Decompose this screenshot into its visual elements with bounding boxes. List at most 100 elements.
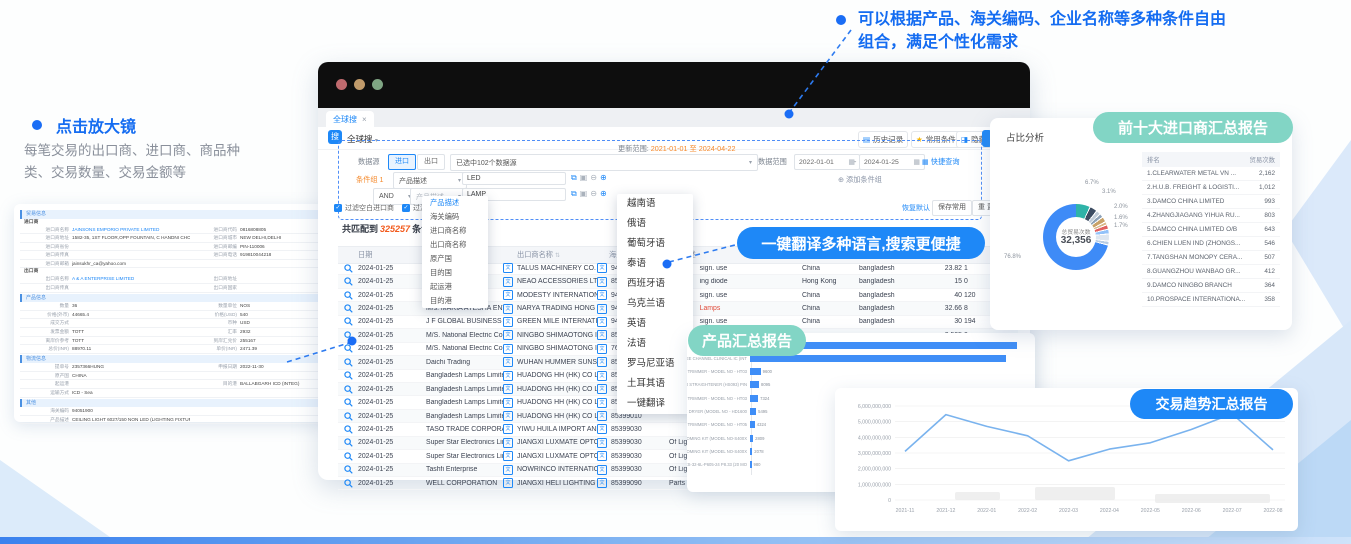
translate-icon[interactable]: 文 bbox=[597, 317, 607, 327]
translate-icon[interactable]: 文 bbox=[597, 304, 607, 314]
keyword-input-1[interactable] bbox=[462, 172, 566, 185]
date-to-input[interactable]: 2024-01-25▦ bbox=[859, 154, 925, 170]
translate-icon[interactable]: 文 bbox=[503, 304, 513, 314]
close-window-icon[interactable] bbox=[336, 79, 347, 90]
import-toggle[interactable]: 进口 bbox=[388, 154, 416, 170]
translate-icon[interactable]: 文 bbox=[597, 330, 607, 340]
image-search-icon[interactable]: ▣ bbox=[580, 189, 588, 199]
translate-icon[interactable]: 文 bbox=[503, 451, 513, 461]
save-favorite-button[interactable]: 保存常用 bbox=[932, 200, 972, 216]
translate-icon[interactable]: 文 bbox=[597, 357, 607, 367]
translate-icon[interactable]: 文 bbox=[597, 465, 607, 475]
maximize-window-icon[interactable] bbox=[372, 79, 383, 90]
field-select-1[interactable]: 产品描述▾ bbox=[393, 172, 467, 189]
translate-icon[interactable]: 文 bbox=[597, 290, 607, 300]
language-menu-item[interactable]: 葡萄牙语 bbox=[617, 234, 693, 254]
translate-icon[interactable]: 文 bbox=[597, 277, 607, 287]
translate-icon[interactable]: 文 bbox=[503, 478, 513, 488]
translate-icon[interactable]: 文 bbox=[503, 290, 513, 300]
translate-icon[interactable]: 文 bbox=[503, 357, 513, 367]
translate-icon[interactable]: 文 bbox=[597, 424, 607, 434]
translate-icon[interactable]: 文 bbox=[503, 384, 513, 394]
magnifier-icon[interactable] bbox=[338, 438, 358, 447]
remove-condition-icon[interactable]: ⊖ bbox=[590, 173, 597, 183]
magnifier-icon[interactable] bbox=[338, 331, 358, 340]
filter-blank-importer-checkbox[interactable]: ✓过滤空白进口商 bbox=[334, 203, 394, 213]
translate-icon[interactable]: 文 bbox=[503, 424, 513, 434]
magnifier-icon[interactable] bbox=[338, 479, 358, 488]
add-group-link[interactable]: ⊕ 添加条件组 bbox=[838, 175, 882, 185]
translate-icon[interactable]: 文 bbox=[597, 371, 607, 381]
field-menu-item[interactable]: 出口商名称 bbox=[422, 238, 488, 252]
field-menu-item[interactable]: 海关编码 bbox=[422, 210, 488, 224]
magnifier-icon[interactable] bbox=[338, 465, 358, 474]
magnifier-icon[interactable] bbox=[338, 452, 358, 461]
export-toggle[interactable]: 出口 bbox=[417, 154, 445, 170]
restore-default-link[interactable]: 恢复默认 bbox=[902, 203, 930, 213]
translate-icon[interactable]: 文 bbox=[597, 263, 607, 273]
magnifier-icon[interactable] bbox=[338, 412, 358, 421]
language-menu-item[interactable]: 俄语 bbox=[617, 214, 693, 234]
image-search-icon[interactable]: ▣ bbox=[580, 173, 588, 183]
translate-icon[interactable]: 文 bbox=[503, 317, 513, 327]
translate-icon[interactable]: ⧉ bbox=[571, 189, 577, 199]
translate-icon[interactable]: 文 bbox=[597, 384, 607, 394]
magnifier-icon[interactable] bbox=[338, 277, 358, 286]
field-menu-item[interactable]: 目的国 bbox=[422, 266, 488, 280]
magnifier-icon[interactable] bbox=[338, 264, 358, 273]
datasource-select[interactable]: 已选中102个数据源▾ bbox=[450, 154, 758, 171]
remove-condition-icon[interactable]: ⊖ bbox=[590, 189, 597, 199]
translate-icon[interactable]: 文 bbox=[503, 438, 513, 448]
language-menu-item[interactable]: 西班牙语 bbox=[617, 274, 693, 294]
translate-icon[interactable]: 文 bbox=[503, 330, 513, 340]
add-condition-icon[interactable]: ⊕ bbox=[600, 173, 607, 183]
column-header[interactable]: 日期 bbox=[358, 250, 426, 260]
translate-icon[interactable]: 文 bbox=[597, 411, 607, 421]
column-header[interactable]: 出口商名称⇅ bbox=[517, 250, 609, 260]
quick-search-link[interactable]: ▦ 快捷查询 bbox=[922, 157, 960, 167]
field-menu-item[interactable]: 产品描述 bbox=[422, 196, 488, 210]
magnifier-icon[interactable] bbox=[338, 344, 358, 353]
tab-global-search[interactable]: 全球搜 × bbox=[326, 111, 374, 127]
magnifier-icon[interactable] bbox=[338, 358, 358, 367]
detail-value[interactable]: A & A ENTERPRISE LIMITED bbox=[72, 275, 190, 283]
magnifier-icon[interactable] bbox=[338, 291, 358, 300]
translate-icon[interactable]: 文 bbox=[597, 478, 607, 488]
magnifier-icon[interactable] bbox=[338, 385, 358, 394]
language-menu-item[interactable]: 泰语 bbox=[617, 254, 693, 274]
magnifier-icon[interactable] bbox=[338, 425, 358, 434]
translate-icon[interactable]: 文 bbox=[503, 411, 513, 421]
language-menu-item[interactable]: 法语 bbox=[617, 334, 693, 354]
language-menu-item[interactable]: 乌克兰语 bbox=[617, 294, 693, 314]
translate-icon[interactable]: 文 bbox=[503, 277, 513, 287]
magnifier-icon[interactable] bbox=[338, 398, 358, 407]
sort-icon[interactable]: ⇅ bbox=[555, 253, 560, 259]
translate-icon[interactable]: 文 bbox=[503, 263, 513, 273]
minimize-window-icon[interactable] bbox=[354, 79, 365, 90]
detail-value[interactable]: JAINSONS EMPORIO PRIVATE LIMITED bbox=[72, 226, 190, 234]
language-menu-item[interactable]: 罗马尼亚语 bbox=[617, 354, 693, 374]
translate-icon[interactable]: 文 bbox=[597, 451, 607, 461]
translate-icon[interactable]: 文 bbox=[503, 465, 513, 475]
translate-icon[interactable]: 文 bbox=[503, 398, 513, 408]
language-menu-item[interactable]: 土耳其语 bbox=[617, 374, 693, 394]
translate-icon[interactable]: ⧉ bbox=[571, 173, 577, 183]
language-menu-item[interactable]: 英语 bbox=[617, 314, 693, 334]
translate-icon[interactable]: 文 bbox=[503, 344, 513, 354]
field-menu-item[interactable]: 进口商名称 bbox=[422, 224, 488, 238]
field-menu-item[interactable]: 起运港 bbox=[422, 280, 488, 294]
translate-icon[interactable]: 文 bbox=[503, 371, 513, 381]
language-menu-item[interactable]: 越南语 bbox=[617, 194, 693, 214]
date-from-input[interactable]: 2022-01-01▦ bbox=[794, 154, 860, 170]
close-tab-icon[interactable]: × bbox=[362, 115, 367, 124]
magnifier-icon[interactable] bbox=[338, 371, 358, 380]
language-menu-item[interactable]: 一键翻译 bbox=[617, 394, 693, 414]
field-menu-item[interactable]: 原产国 bbox=[422, 252, 488, 266]
translate-icon[interactable]: 文 bbox=[597, 344, 607, 354]
field-menu-item[interactable]: 目的港 bbox=[422, 294, 488, 308]
translate-icon[interactable]: 文 bbox=[597, 438, 607, 448]
magnifier-icon[interactable] bbox=[338, 317, 358, 326]
translate-icon[interactable]: 文 bbox=[597, 398, 607, 408]
magnifier-icon[interactable] bbox=[338, 304, 358, 313]
add-condition-icon[interactable]: ⊕ bbox=[600, 189, 607, 199]
